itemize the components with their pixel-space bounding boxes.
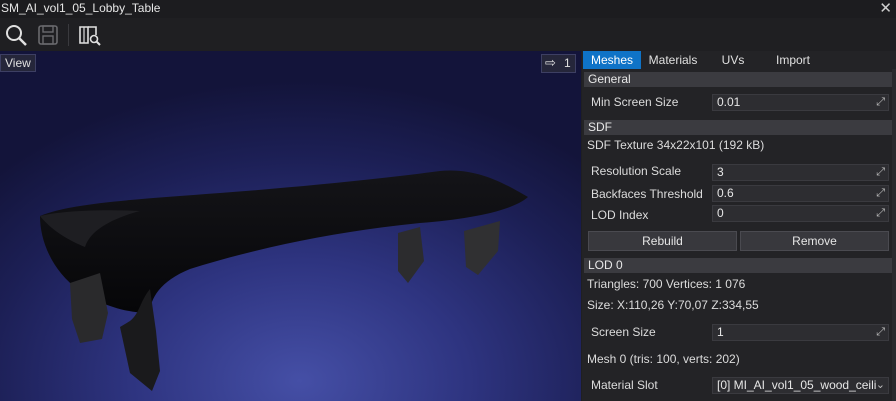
toolbar [0,18,896,51]
camera-speed-button[interactable]: ⇨ 1 [541,54,576,73]
window-title: SM_AI_vol1_05_Lobby_Table [1,1,161,15]
expand-icon[interactable]: ⤢ [876,165,885,180]
chevron-down-icon: ⌄ [875,378,885,393]
general-section-header[interactable]: General [584,72,894,87]
tab-uvs[interactable]: UVs [708,51,758,69]
expand-icon[interactable]: ⤢ [876,206,885,221]
close-icon[interactable]: ✕ [879,0,892,17]
sdf-section-header[interactable]: SDF [584,120,894,135]
mesh-info: Mesh 0 (tris: 100, verts: 202) [587,352,740,366]
save-icon[interactable] [36,23,60,47]
search-icon[interactable] [4,23,28,47]
lod0-section-header[interactable]: LOD 0 [584,258,894,273]
sdf-texture-info: SDF Texture 34x22x101 (192 kB) [587,138,765,152]
panel-scrollbar[interactable] [892,69,896,401]
min-screen-size-field[interactable]: 0.01 ⤢ [712,94,889,111]
expand-icon[interactable]: ⤢ [876,95,885,110]
table-mesh-preview [40,170,528,391]
asset-book-search-icon[interactable] [77,23,101,47]
resolution-scale-label: Resolution Scale [591,164,682,178]
rebuild-button[interactable]: Rebuild [588,231,737,251]
material-slot-value: [0] MI_AI_vol1_05_wood_ceilir [717,378,881,392]
backfaces-threshold-value: 0.6 [717,186,734,200]
tab-bar: Meshes Materials UVs Import [582,51,896,69]
lod-index-value: 0 [717,206,724,220]
view-menu-button[interactable]: View [0,54,36,72]
lod-size: Size: X:110,26 Y:70,07 Z:334,55 [587,298,759,312]
min-screen-size-label: Min Screen Size [591,95,679,109]
remove-button[interactable]: Remove [740,231,889,251]
title-bar: SM_AI_vol1_05_Lobby_Table ✕ [0,0,896,18]
resolution-scale-value: 3 [717,165,724,179]
lod-stats: Triangles: 700 Vertices: 1 076 [587,277,746,291]
arrow-right-icon: ⇨ [545,55,556,70]
expand-icon[interactable]: ⤢ [876,186,885,201]
screen-size-field[interactable]: 1 ⤢ [712,324,889,341]
min-screen-size-value: 0.01 [717,95,741,109]
toolbar-separator [68,24,69,46]
material-slot-dropdown[interactable]: [0] MI_AI_vol1_05_wood_ceilir ⌄ [712,377,889,394]
lod-index-field[interactable]: 0 ⤢ [712,205,889,222]
tab-import[interactable]: Import [764,51,822,69]
resolution-scale-field[interactable]: 3 ⤢ [712,164,889,181]
expand-icon[interactable]: ⤢ [876,325,885,340]
properties-panel: Meshes Materials UVs Import General Min … [582,51,896,401]
mesh-viewport[interactable]: View ⇨ 1 [0,51,581,401]
screen-size-label: Screen Size [591,325,656,339]
tab-meshes[interactable]: Meshes [583,51,641,69]
screen-size-value: 1 [717,325,724,339]
backfaces-threshold-field[interactable]: 0.6 ⤢ [712,185,889,202]
lod-index-label: LOD Index [591,208,649,222]
tab-materials[interactable]: Materials [642,51,704,69]
backfaces-threshold-label: Backfaces Threshold [591,187,703,201]
camera-speed-value: 1 [564,56,571,70]
material-slot-label: Material Slot [591,378,658,392]
